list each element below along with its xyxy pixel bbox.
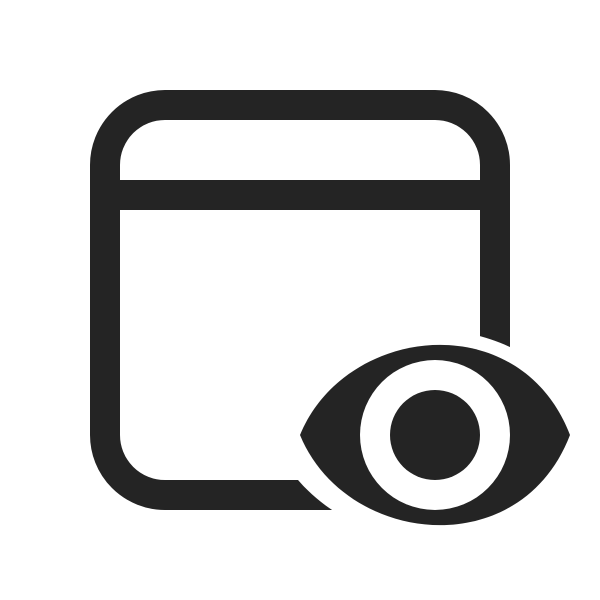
eye-pupil (390, 390, 480, 480)
icon-canvas (0, 0, 600, 600)
window-eye-icon (90, 90, 570, 526)
